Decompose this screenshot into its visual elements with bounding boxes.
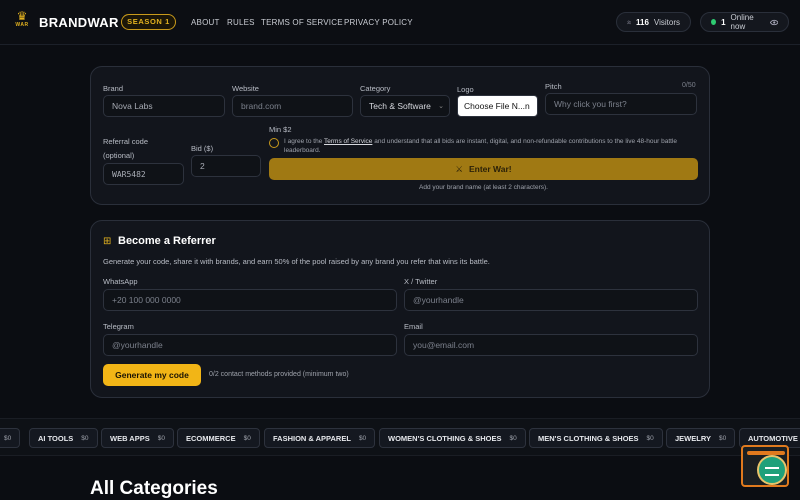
category-chip-mens-clothing[interactable]: MEN'S CLOTHING & SHOES $0 (529, 428, 663, 448)
brand-name[interactable]: BRANDWAR (39, 15, 119, 30)
all-categories-heading: All Categories (90, 478, 218, 499)
brand-label: Brand (103, 84, 124, 93)
referral-code-input[interactable]: WAR5482 (103, 163, 184, 185)
min-bid-label: Min $2 (269, 125, 292, 134)
chevron-down-icon: ⌄ (438, 103, 444, 110)
twitter-input[interactable]: @yourhandle (404, 289, 698, 311)
bid-label: Bid ($) (191, 144, 214, 153)
contact-methods-status: 0/2 contact methods provided (minimum tw… (209, 371, 349, 378)
brandwar-logo[interactable]: ♛ WAR (12, 10, 32, 28)
category-amount: $0 (646, 434, 654, 442)
bid-input[interactable]: 2 (191, 155, 261, 177)
category-select[interactable]: Tech & Software ⌄ (360, 95, 450, 117)
category-chip-ai-tools[interactable]: AI TOOLS $0 (29, 428, 98, 448)
category-name: ECOMMERCE (186, 433, 236, 443)
enter-war-label: Enter War! (468, 164, 512, 174)
agree-checkbox[interactable] (269, 138, 279, 148)
chat-support-widget[interactable] (741, 445, 789, 487)
pitch-label: Pitch (545, 82, 562, 91)
enter-war-button[interactable]: ⚔ Enter War! (269, 158, 698, 180)
online-count: 1 (721, 17, 726, 27)
category-amount: $0 (157, 434, 165, 442)
category-selected-value: Tech & Software (369, 101, 431, 111)
users-icon (627, 20, 631, 24)
crown-icon: ♛ (16, 9, 28, 23)
brand-name-hint: Add your brand name (at least 2 characte… (419, 184, 548, 191)
brand-entry-card: Brand Nova Labs Website brand.com Catego… (90, 66, 710, 205)
category-amount: $0 (4, 434, 12, 442)
agree-prefix: I agree to the (284, 138, 324, 145)
visitors-count: 116 (636, 17, 649, 27)
visitors-pill: 116 Visitors (616, 12, 691, 32)
widget-bar (747, 451, 785, 455)
swords-icon: ⚔ (455, 163, 463, 174)
category-amount: $0 (718, 434, 727, 442)
category-name: AUTOMOTIVE (748, 433, 798, 443)
referrer-title: Become a Referrer (118, 235, 216, 247)
referral-optional-label: (optional) (103, 151, 135, 160)
brand-input[interactable]: Nova Labs (103, 95, 225, 117)
referrer-description: Generate your code, share it with brands… (103, 257, 490, 266)
category-amount: $0 (358, 434, 367, 442)
category-chip-partial[interactable]: $0 (0, 428, 21, 448)
online-label: Online now (730, 13, 754, 31)
eye-icon[interactable] (769, 19, 778, 26)
category-chip-web-apps[interactable]: WEB APPS $0 (101, 428, 174, 448)
nav-about[interactable]: ABOUT (191, 18, 220, 27)
category-name: FASHION & APPAREL (273, 433, 351, 443)
website-label: Website (232, 84, 259, 93)
category-amount: $0 (509, 434, 517, 442)
category-chip-jewelry[interactable]: JEWELRY $0 (666, 428, 736, 448)
terms-of-service-link[interactable]: Terms of Service (324, 138, 372, 145)
category-name: WEB APPS (110, 433, 150, 443)
online-status-dot (711, 19, 717, 25)
logo-word: WAR (15, 22, 29, 28)
referrer-card: ⊞ Become a Referrer Generate your code, … (90, 220, 710, 398)
email-input[interactable]: you@email.com (404, 334, 698, 356)
referral-code-label: Referral code (103, 137, 149, 146)
season-badge: SEASON 1 (121, 14, 176, 30)
category-chip-womens-clothing[interactable]: WOMEN'S CLOTHING & SHOES $0 (379, 428, 526, 448)
category-chip-ecommerce[interactable]: ECOMMERCE $0 (177, 428, 260, 448)
logo-file-input[interactable]: Choose File N...n (457, 95, 538, 117)
category-name: JEWELRY (675, 433, 711, 443)
chat-bubble-icon (757, 455, 787, 485)
nav-rules[interactable]: RULES (227, 18, 255, 27)
category-chip-fashion-apparel[interactable]: FASHION & APPAREL $0 (264, 428, 376, 448)
whatsapp-input[interactable]: +20 100 000 0000 (103, 289, 397, 311)
top-navigation-bar: ♛ WAR BRANDWAR SEASON 1 ABOUT RULES TERM… (0, 0, 800, 45)
generate-code-button[interactable]: Generate my code (103, 364, 201, 386)
nav-terms-of-service[interactable]: TERMS OF SERVICE (261, 18, 343, 27)
category-label: Category (360, 84, 391, 93)
website-input[interactable]: brand.com (232, 95, 353, 117)
visitors-label: Visitors (653, 17, 680, 27)
online-now-pill: 1 Online now (700, 12, 789, 32)
category-amount: $0 (243, 434, 251, 442)
telegram-input[interactable]: @yourhandle (103, 334, 397, 356)
category-amount: $0 (81, 434, 89, 442)
whatsapp-label: WhatsApp (103, 277, 138, 286)
gift-icon: ⊞ (103, 236, 112, 247)
pitch-input[interactable]: Why click you first? (545, 93, 697, 115)
category-ticker: $0 AI TOOLS $0 WEB APPS $0 ECOMMERCE $0 FAS… (0, 418, 800, 456)
category-name: MEN'S CLOTHING & SHOES (538, 433, 639, 443)
twitter-label: X / Twitter (404, 277, 438, 286)
email-label: Email (404, 322, 423, 331)
nav-privacy-policy[interactable]: PRIVACY POLICY (344, 18, 413, 27)
pitch-char-counter: 0/50 (682, 82, 696, 89)
logo-label: Logo (457, 85, 474, 94)
category-name: AI TOOLS (38, 433, 74, 443)
category-name: WOMEN'S CLOTHING & SHOES (388, 433, 502, 443)
terms-agreement-text: I agree to the Terms of Service and unde… (284, 137, 689, 155)
telegram-label: Telegram (103, 322, 134, 331)
